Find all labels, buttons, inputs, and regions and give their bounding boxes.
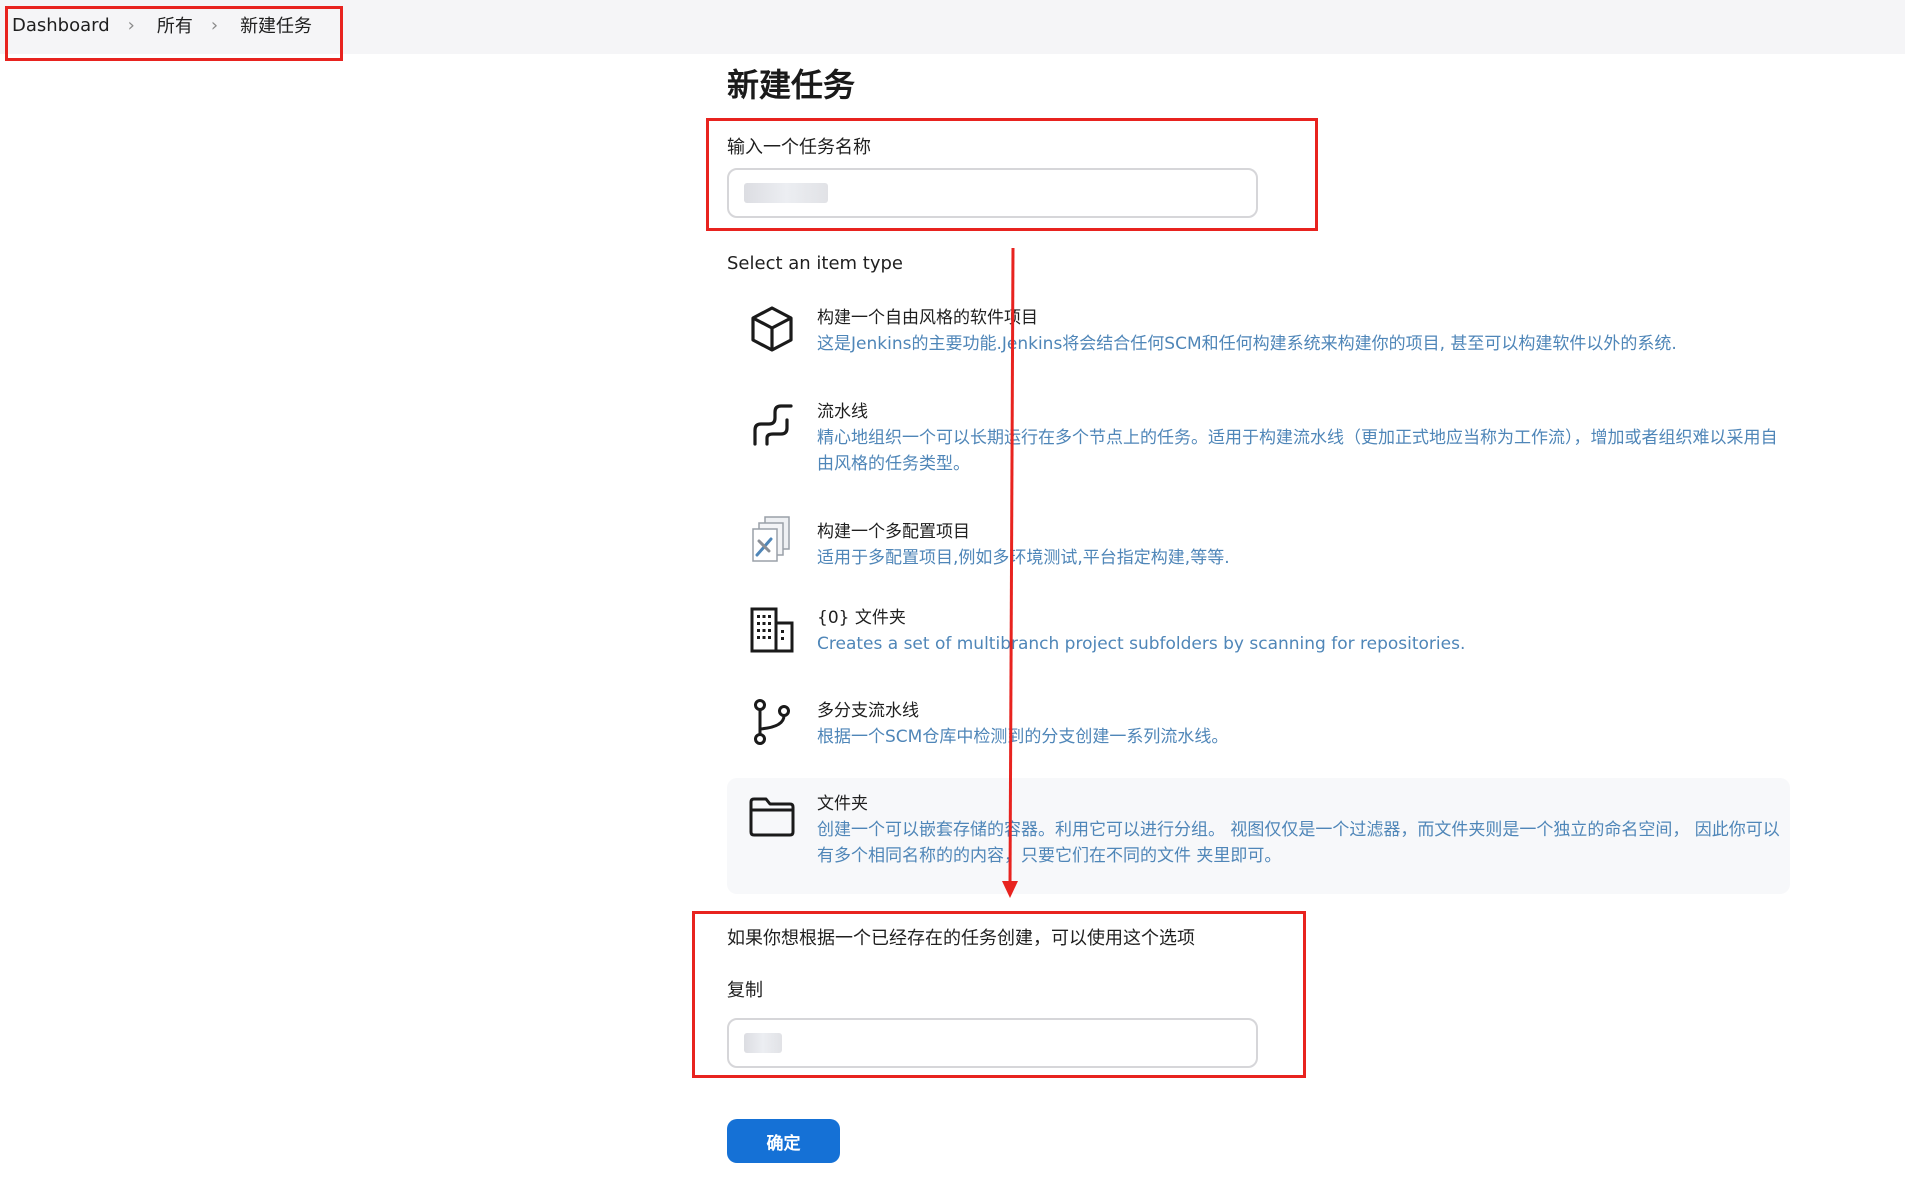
copy-label: 复制 [727,980,763,1001]
item-type-description: 这是Jenkins的主要功能.Jenkins将会结合任何SCM和任何构建系统来构… [817,334,1677,354]
folder-icon [749,797,795,837]
page-title: 新建任务 [727,66,856,104]
ok-button[interactable]: 确定 [727,1119,840,1163]
breadcrumb: Dashboard › 所有 › 新建任务 [12,12,312,38]
item-type-folder[interactable]: 文件夹 创建一个可以嵌套存储的容器。利用它可以进行分组。 视图仅仅是一个过滤器，… [727,778,1790,894]
redacted-copy-blur [744,1033,782,1053]
item-type-multibranch-pipeline[interactable]: 多分支流水线 根据一个SCM仓库中检测到的分支创建一系列流水线。 [727,689,1790,778]
copy-hint: 如果你想根据一个已经存在的任务创建，可以使用这个选项 [727,928,1195,949]
item-type-description: 适用于多配置项目,例如多环境测试,平台指定构建,等等. [817,548,1230,568]
item-type-description: 根据一个SCM仓库中检测到的分支创建一系列流水线。 [817,727,1229,747]
item-type-name: {0} 文件夹 [817,608,906,628]
item-type-description: 创建一个可以嵌套存储的容器。利用它可以进行分组。 视图仅仅是一个过滤器，而文件夹… [817,820,1780,866]
copy-from-input[interactable] [727,1018,1258,1068]
breadcrumb-dashboard[interactable]: Dashboard [12,15,110,36]
item-type-name: 流水线 [817,402,868,422]
item-type-description: Creates a set of multibranch project sub… [817,634,1466,654]
pipeline-icon [753,404,793,446]
item-type-heading: Select an item type [727,253,904,274]
item-type-organization-folder[interactable]: {0} 文件夹 Creates a set of multibranch pro… [727,596,1790,689]
breadcrumb-all[interactable]: 所有 [157,12,193,38]
item-type-name: 文件夹 [817,794,868,814]
breadcrumb-new-item[interactable]: 新建任务 [240,12,312,38]
redacted-name-blur [744,183,828,203]
item-type-name: 构建一个自由风格的软件项目 [817,308,1038,328]
item-name-label: 输入一个任务名称 [727,137,871,158]
package-icon [751,306,793,352]
chevron-right-icon: › [127,14,135,36]
chevron-right-icon: › [210,14,219,36]
item-type-description: 精心地组织一个可以长期运行在多个节点上的任务。适用于构建流水线（更加正式地应当称… [817,428,1778,474]
item-type-multi-config[interactable]: 构建一个多配置项目 适用于多配置项目,例如多环境测试,平台指定构建,等等. [727,509,1790,596]
item-type-name: 构建一个多配置项目 [817,522,970,542]
item-type-list: 构建一个自由风格的软件项目 这是Jenkins的主要功能.Jenkins将会结合… [727,295,1790,894]
branch-icon [754,699,790,745]
item-type-pipeline[interactable]: 流水线 精心地组织一个可以长期运行在多个节点上的任务。适用于构建流水线（更加正式… [727,390,1790,509]
item-type-freestyle[interactable]: 构建一个自由风格的软件项目 这是Jenkins的主要功能.Jenkins将会结合… [727,295,1790,390]
organization-folder-icon [750,607,794,653]
multi-config-icon [752,516,790,562]
item-type-name: 多分支流水线 [817,701,919,721]
